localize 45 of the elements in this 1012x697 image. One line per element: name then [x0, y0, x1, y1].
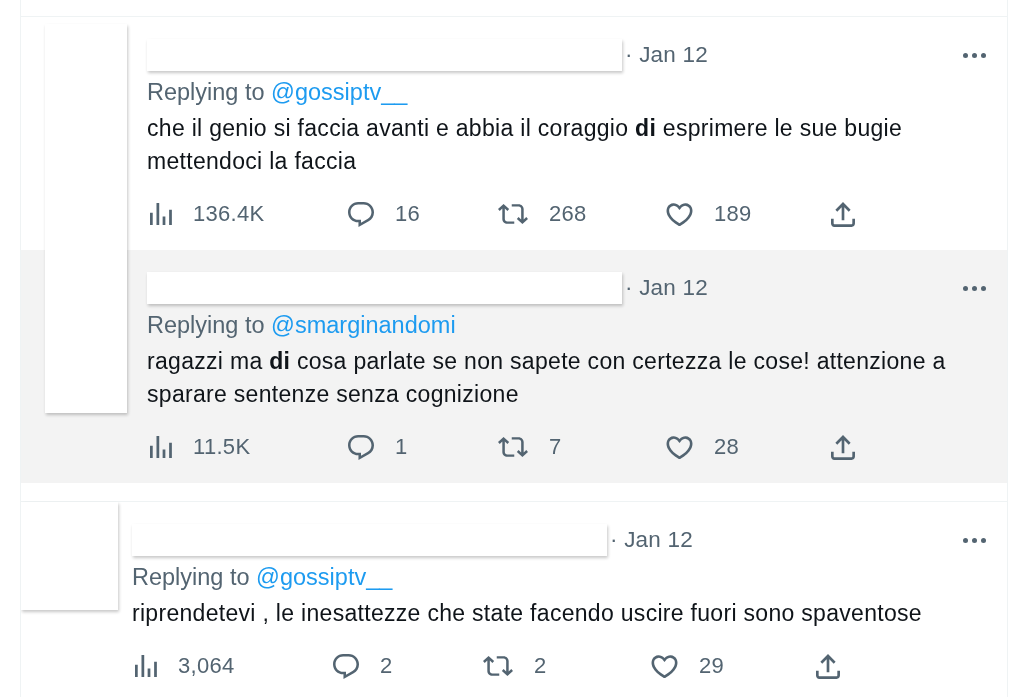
- speech-bubble-icon: [348, 201, 374, 227]
- more-icon: [963, 285, 986, 291]
- share-icon: [816, 653, 840, 679]
- share-icon: [831, 434, 855, 460]
- tweet-text: che il genio si faccia avanti e abbia il coraggio di esprimere le sue bugie mettendoci la faccia: [147, 114, 904, 176]
- share-icon: [831, 201, 855, 227]
- heart-icon: [666, 435, 693, 459]
- replying-to-text: Replying to @smarginandomi: [147, 311, 457, 340]
- more-button[interactable]: [963, 537, 986, 543]
- more-button[interactable]: [963, 285, 986, 291]
- more-button[interactable]: [963, 52, 986, 58]
- two-arrows-icon: [483, 656, 513, 676]
- replying-to-text: Replying to @gossiptv__: [147, 78, 409, 107]
- heart-icon: [651, 654, 678, 678]
- like-button[interactable]: 29: [648, 653, 725, 679]
- share-button[interactable]: [828, 201, 855, 227]
- two-arrows-icon: [498, 204, 528, 224]
- bar-chart-icon: [150, 203, 172, 225]
- share-button[interactable]: [828, 434, 855, 460]
- views-button[interactable]: 3,064: [132, 653, 235, 679]
- two-arrows-icon: [498, 437, 528, 457]
- tweet-text: ragazzi ma di cosa parlate se non sapete con certezza le cose! attenzione a sparare sentenze senza cognizione: [147, 347, 947, 409]
- reply-button[interactable]: 1: [345, 434, 408, 460]
- speech-bubble-icon: [333, 653, 359, 679]
- reply-button[interactable]: 16: [345, 201, 421, 227]
- bar-chart-icon: [150, 436, 172, 458]
- tweet-date: · Jan 12: [610, 527, 693, 553]
- views-button[interactable]: 136.4K: [147, 201, 265, 227]
- heart-icon: [666, 202, 693, 226]
- more-icon: [963, 52, 986, 58]
- retweet-button[interactable]: 268: [495, 201, 587, 227]
- like-button[interactable]: 189: [663, 201, 752, 227]
- share-button[interactable]: [813, 653, 840, 679]
- like-button[interactable]: 28: [663, 434, 740, 460]
- replying-to-text: Replying to @gossiptv__: [132, 563, 394, 592]
- tweet-text: riprendetevi , le inesattezze che state facendo uscire fuori sono spaventose: [132, 599, 923, 628]
- speech-bubble-icon: [348, 434, 374, 460]
- reply-button[interactable]: 2: [330, 653, 393, 679]
- retweet-button[interactable]: 7: [495, 434, 562, 460]
- tweet-date: · Jan 12: [625, 275, 708, 301]
- tweet-date: · Jan 12: [625, 42, 708, 68]
- retweet-button[interactable]: 2: [480, 653, 547, 679]
- views-button[interactable]: 11.5K: [147, 434, 251, 460]
- bar-chart-icon: [135, 655, 157, 677]
- more-icon: [963, 537, 986, 543]
